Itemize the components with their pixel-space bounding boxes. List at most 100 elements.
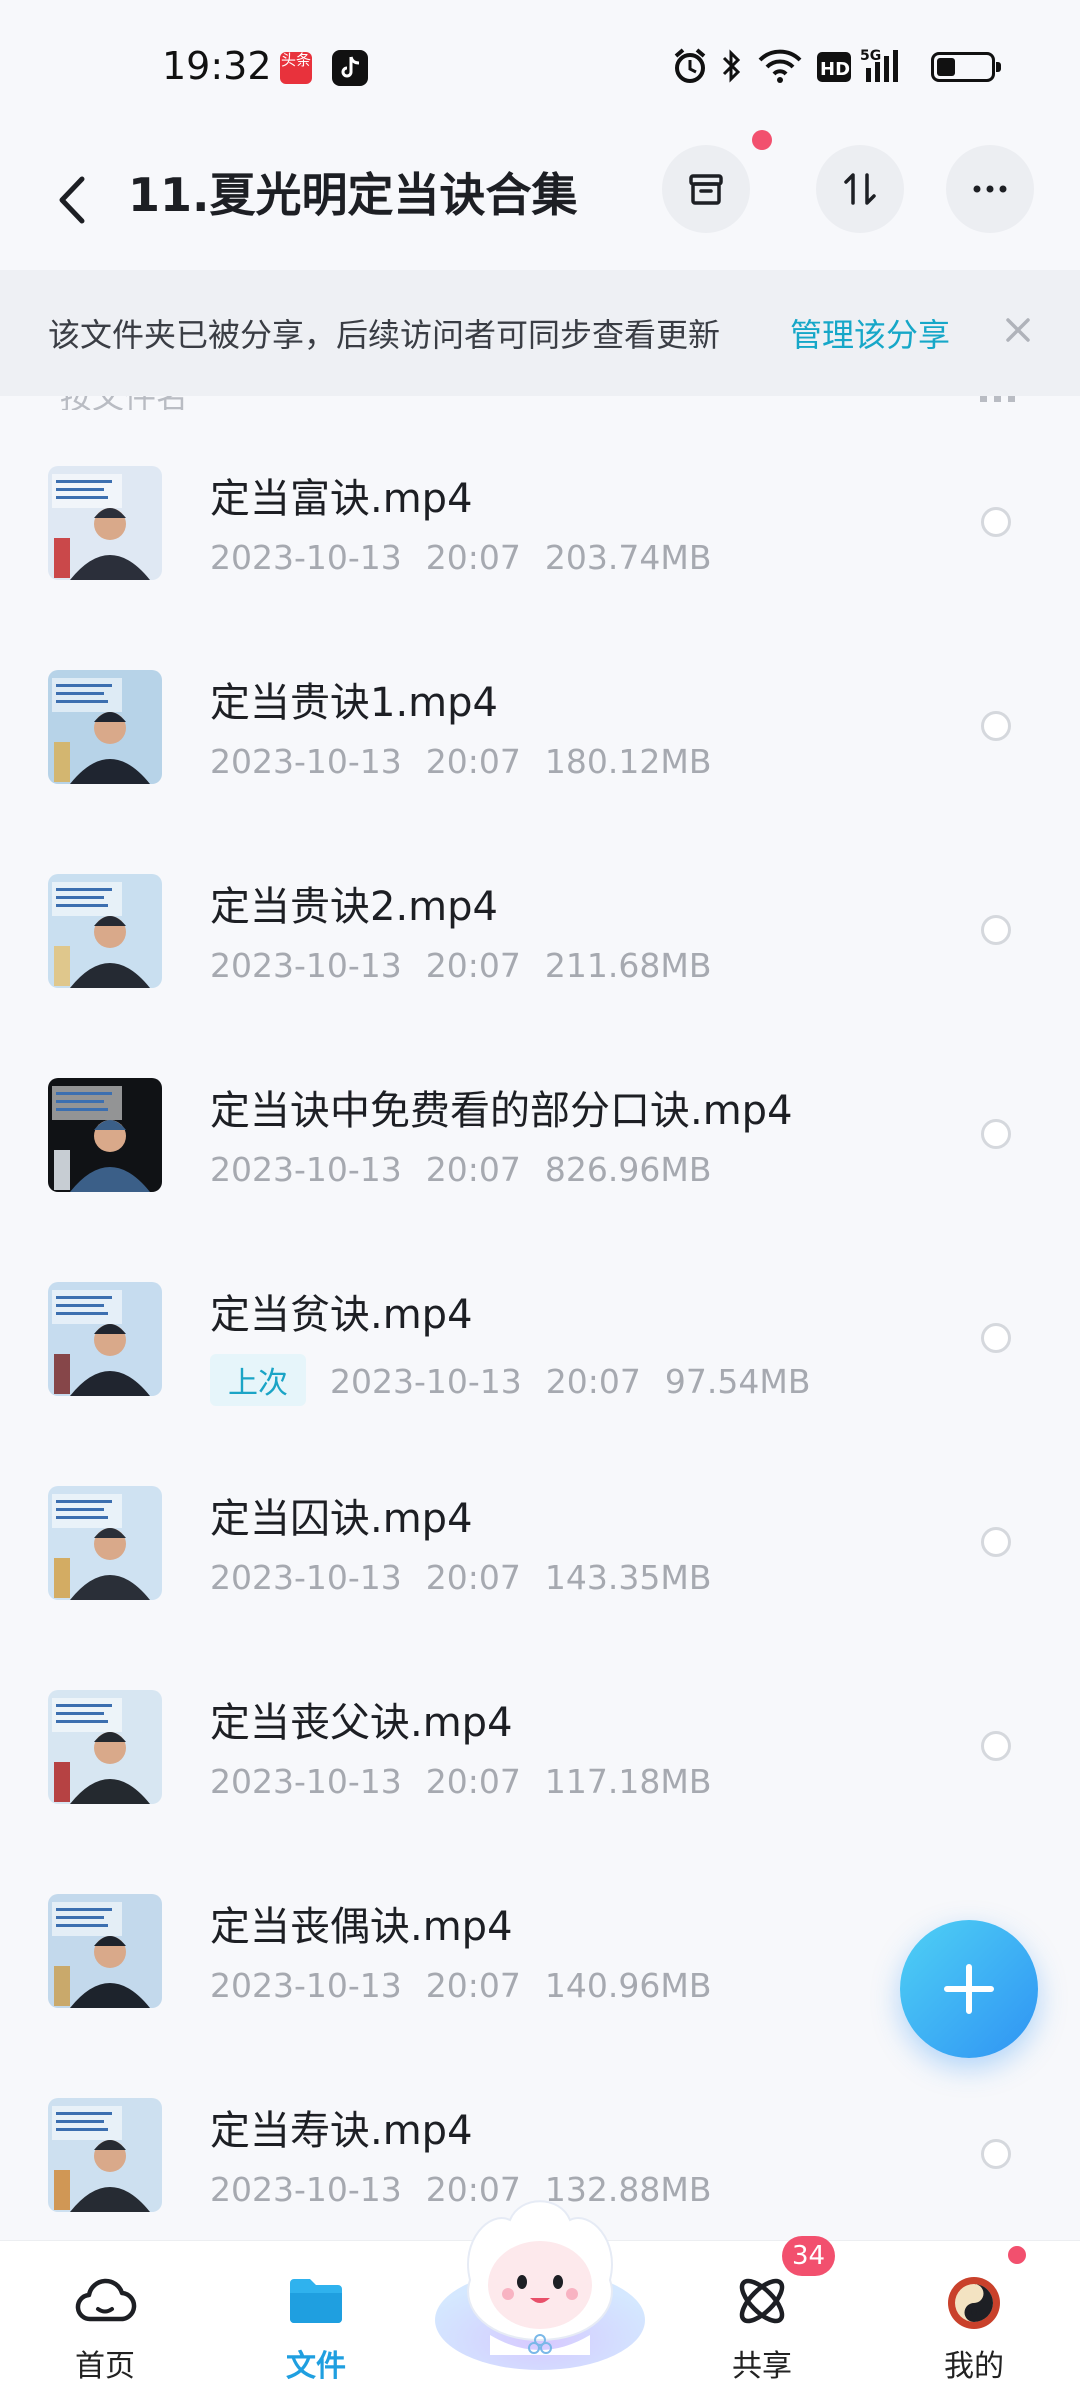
nav-home[interactable]: 首页 [15,2241,195,2401]
file-date: 2023-10-13 [210,1966,402,2005]
file-name: 定当丧父诀.mp4 [210,1700,513,1746]
file-meta: 2023-10-13 20:07 117.18MB [210,1762,735,1801]
archive-button[interactable] [662,145,750,233]
nav-me-label: 我的 [944,2349,1004,2384]
video-thumbnail [48,874,162,988]
nav-me[interactable]: 我的 [884,2241,1064,2401]
add-button[interactable] [900,1920,1038,2058]
file-row[interactable]: 定当囚诀.mp4 2023-10-13 20:07 143.35MB [0,1430,1080,1634]
me-notification-dot [1006,2244,1028,2266]
file-date: 2023-10-13 [210,538,402,577]
share-banner: 该文件夹已被分享，后续访问者可同步查看更新 管理该分享 [0,270,1080,396]
grid-view-icon[interactable] [978,396,1018,410]
select-radio[interactable] [981,1119,1011,1149]
nav-share-label: 共享 [732,2349,792,2384]
file-time: 20:07 [425,1150,521,1189]
file-name: 定当丧偶诀.mp4 [210,1904,513,1950]
page-title: 11.夏光明定当诀合集 [128,168,578,222]
last-viewed-badge: 上次 [210,1354,306,1406]
alarm-icon [674,48,706,83]
file-date: 2023-10-13 [210,1150,402,1189]
file-name: 定当富诀.mp4 [210,476,473,522]
file-meta: 2023-10-13 20:07 826.96MB [210,1150,735,1189]
more-button[interactable] [946,145,1034,233]
file-date: 2023-10-13 [210,1558,402,1597]
sort-row[interactable]: 按文件名 [0,396,1080,410]
file-time: 20:07 [425,538,521,577]
wifi-icon [758,49,802,83]
video-thumbnail [48,670,162,784]
file-meta: 2023-10-13 20:07 140.96MB [210,1966,735,2005]
nav-files[interactable]: 文件 [226,2241,406,2401]
file-time: 20:07 [425,1762,521,1801]
archive-icon [689,174,723,205]
file-date: 2023-10-13 [210,1762,402,1801]
share-count-badge: 34 [782,2236,836,2276]
sort-label: 按文件名 [60,396,188,410]
plus-icon [944,1964,994,2014]
file-name: 定当囚诀.mp4 [210,1496,473,1542]
nav-home-label: 首页 [75,2349,135,2384]
folder-icon [290,2279,342,2323]
close-icon[interactable] [1000,312,1036,348]
video-thumbnail [48,466,162,580]
file-time: 20:07 [425,742,521,781]
select-radio[interactable] [981,1527,1011,1557]
file-row[interactable]: 定当富诀.mp4 2023-10-13 20:07 203.74MB [0,410,1080,614]
file-size: 211.68MB [544,946,712,985]
toutiao-app-icon: 头条 [280,52,312,84]
back-chevron-icon[interactable] [48,165,98,235]
more-icon [973,185,1007,193]
avatar-icon [948,2277,1000,2329]
file-row[interactable]: 定当贫诀.mp4 上次 2023-10-13 20:07 97.54MB [0,1226,1080,1430]
file-size: 143.35MB [544,1558,712,1597]
signal-5g-icon: 5G [860,48,898,82]
sort-button[interactable] [816,145,904,233]
file-row[interactable]: 定当丧父诀.mp4 2023-10-13 20:07 117.18MB [0,1634,1080,1838]
file-meta: 2023-10-13 20:07 143.35MB [210,1558,735,1597]
nav-files-label: 文件 [286,2349,346,2384]
file-date: 2023-10-13 [210,2170,402,2209]
select-radio[interactable] [981,915,1011,945]
file-name: 定当贵诀1.mp4 [210,680,498,726]
mascot-icon[interactable] [430,2170,650,2370]
status-time: 19:32 [162,44,272,88]
file-size: 203.74MB [544,538,712,577]
file-meta: 2023-10-13 20:07 180.12MB [210,742,735,781]
file-size: 180.12MB [544,742,712,781]
file-time: 20:07 [425,946,521,985]
file-name: 定当贫诀.mp4 [210,1292,473,1338]
video-thumbnail [48,1690,162,1804]
file-name: 定当诀中免费看的部分口诀.mp4 [210,1088,793,1134]
share-banner-text: 该文件夹已被分享，后续访问者可同步查看更新 [48,316,721,354]
status-icons: HD 5G [660,46,1080,90]
file-meta: 2023-10-13 20:07 203.74MB [210,538,735,577]
video-thumbnail [48,2098,162,2212]
video-thumbnail [48,1078,162,1192]
status-bar: 19:32 头条 HD 5G [0,0,1080,130]
video-thumbnail [48,1486,162,1600]
bluetooth-icon [722,49,741,83]
file-name: 定当寿诀.mp4 [210,2108,473,2154]
select-radio[interactable] [981,507,1011,537]
file-row[interactable]: 定当贵诀2.mp4 2023-10-13 20:07 211.68MB [0,818,1080,1022]
cloud-icon [75,2278,137,2322]
svg-text:5G: 5G [860,48,881,64]
file-date: 2023-10-13 [210,946,402,985]
sort-icon [844,173,876,205]
select-radio[interactable] [981,1323,1011,1353]
select-radio[interactable] [981,1731,1011,1761]
hd-indicator: HD [817,52,851,82]
file-time: 20:07 [425,1558,521,1597]
file-size: 117.18MB [544,1762,712,1801]
file-row[interactable]: 定当诀中免费看的部分口诀.mp4 2023-10-13 20:07 826.96MB [0,1022,1080,1226]
file-name: 定当贵诀2.mp4 [210,884,498,930]
file-row[interactable]: 定当贵诀1.mp4 2023-10-13 20:07 180.12MB [0,614,1080,818]
orbit-icon [739,2278,785,2324]
manage-share-link[interactable]: 管理该分享 [790,310,950,356]
video-thumbnail [48,1282,162,1396]
video-thumbnail [48,1894,162,2008]
select-radio[interactable] [981,711,1011,741]
select-radio[interactable] [981,2139,1011,2169]
battery-icon [931,52,1001,82]
